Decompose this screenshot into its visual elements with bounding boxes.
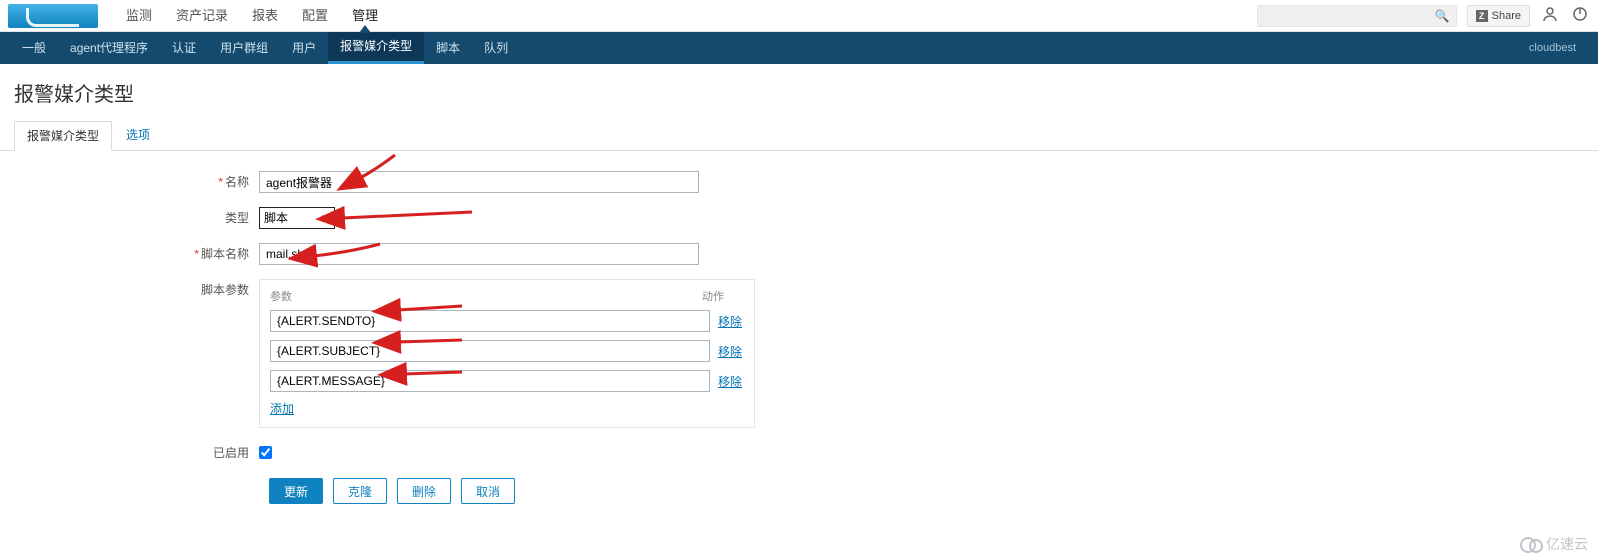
subtab-proxy[interactable]: agent代理程序 (58, 32, 160, 64)
form-buttons: 更新 克隆 删除 取消 (269, 478, 1584, 504)
menu-report[interactable]: 报表 (242, 0, 288, 32)
param-row: 移除 (270, 310, 744, 332)
subtab-scripts[interactable]: 脚本 (424, 32, 472, 64)
share-icon: Z (1476, 10, 1488, 22)
sub-nav: 一般 agent代理程序 认证 用户群组 用户 报警媒介类型 脚本 队列 clo… (0, 32, 1598, 64)
inner-tabs: 报警媒介类型 选项 (0, 121, 1598, 151)
type-select[interactable]: 脚本 (259, 207, 335, 229)
param-input-1[interactable] (270, 310, 710, 332)
main-menu: 监测 资产记录 报表 配置 管理 (116, 0, 388, 32)
top-right: 🔍 Z Share (1257, 5, 1590, 27)
menu-config[interactable]: 配置 (292, 0, 338, 32)
menu-admin[interactable]: 管理 (342, 0, 388, 32)
form: *名称 类型 脚本 *脚本名称 脚本参数 参数 动作 移除 移除 (0, 151, 1598, 524)
label-enabled: 已启用 (14, 442, 259, 464)
update-button[interactable]: 更新 (269, 478, 323, 504)
share-button[interactable]: Z Share (1467, 5, 1530, 27)
name-input[interactable] (259, 171, 699, 193)
label-script-params: 脚本参数 (14, 279, 259, 301)
page-title: 报警媒介类型 (0, 64, 1598, 111)
subtab-mediatype[interactable]: 报警媒介类型 (328, 32, 424, 64)
global-search[interactable]: 🔍 (1257, 5, 1457, 27)
remove-param-1[interactable]: 移除 (718, 313, 742, 330)
tab-options[interactable]: 选项 (114, 121, 162, 151)
clone-button[interactable]: 克隆 (333, 478, 387, 504)
power-icon[interactable] (1570, 6, 1590, 25)
tab-mediatype[interactable]: 报警媒介类型 (14, 121, 112, 151)
subtab-queue[interactable]: 队列 (472, 32, 520, 64)
subtab-auth[interactable]: 认证 (160, 32, 208, 64)
top-nav: 监测 资产记录 报表 配置 管理 🔍 Z Share (0, 0, 1598, 32)
watermark: 亿速云 (1520, 534, 1588, 554)
delete-button[interactable]: 删除 (397, 478, 451, 504)
menu-monitor[interactable]: 监测 (116, 0, 162, 32)
remove-param-3[interactable]: 移除 (718, 373, 742, 390)
watermark-icon (1520, 537, 1542, 551)
label-script-name: *脚本名称 (14, 243, 259, 265)
logo (8, 4, 98, 28)
search-icon: 🔍 (1435, 9, 1450, 23)
param-input-3[interactable] (270, 370, 710, 392)
enabled-checkbox[interactable] (259, 446, 272, 459)
script-name-input[interactable] (259, 243, 699, 265)
subtab-users[interactable]: 用户 (280, 32, 328, 64)
remove-param-2[interactable]: 移除 (718, 343, 742, 360)
label-name: *名称 (14, 171, 259, 193)
script-params-box: 参数 动作 移除 移除 移除 添加 (259, 279, 755, 428)
cancel-button[interactable]: 取消 (461, 478, 515, 504)
params-header-action: 动作 (702, 288, 744, 304)
params-header-param: 参数 (270, 288, 702, 304)
user-icon[interactable] (1540, 6, 1560, 25)
org-label: cloudbest (1517, 42, 1588, 54)
share-label: Share (1492, 10, 1521, 22)
watermark-text: 亿速云 (1546, 534, 1588, 554)
param-row: 移除 (270, 370, 744, 392)
param-input-2[interactable] (270, 340, 710, 362)
param-row: 移除 (270, 340, 744, 362)
label-type: 类型 (14, 207, 259, 229)
menu-inventory[interactable]: 资产记录 (166, 0, 238, 32)
add-param-link[interactable]: 添加 (270, 402, 294, 416)
subtab-general[interactable]: 一般 (10, 32, 58, 64)
subtab-groups[interactable]: 用户群组 (208, 32, 280, 64)
